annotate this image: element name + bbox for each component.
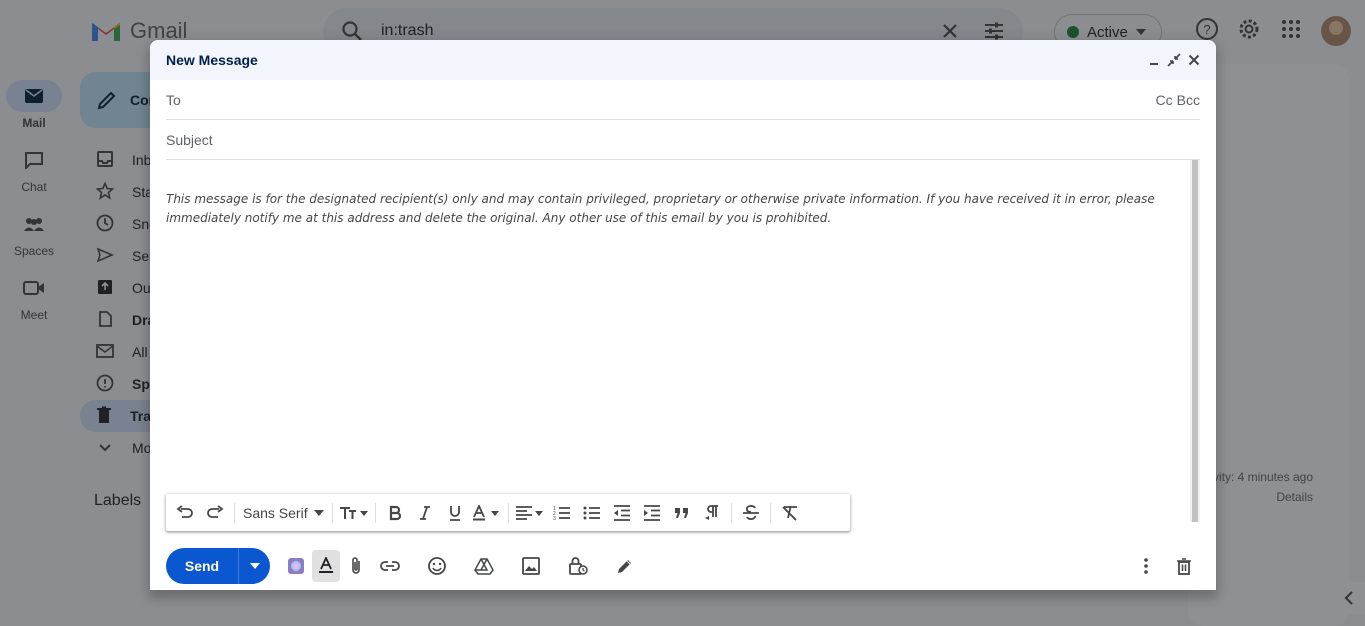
scrollbar-thumb[interactable]: [1192, 160, 1198, 522]
svg-text:3: 3: [553, 516, 556, 521]
link-icon[interactable]: [372, 550, 408, 582]
toolbar-divider: [331, 502, 333, 523]
ai-assist-icon[interactable]: [280, 550, 312, 582]
exit-full-screen-icon[interactable]: [1166, 52, 1182, 68]
toolbar-divider: [730, 502, 732, 523]
bcc-link[interactable]: Bcc: [1177, 92, 1200, 108]
redo-icon[interactable]: [200, 497, 230, 529]
more-options-icon[interactable]: [1130, 550, 1162, 582]
send-options-button[interactable]: [238, 548, 270, 584]
quote-icon[interactable]: [667, 497, 697, 529]
text-direction-icon[interactable]: [697, 497, 727, 529]
subject-row: [166, 120, 1200, 160]
photo-icon[interactable]: [513, 550, 549, 582]
indent-less-icon[interactable]: [607, 497, 637, 529]
toolbar-divider: [234, 502, 235, 523]
remove-formatting-icon[interactable]: [775, 497, 805, 529]
caret-down-icon: [249, 563, 260, 569]
toolbar-divider: [769, 502, 771, 523]
underline-icon[interactable]: [440, 497, 470, 529]
caret-down-icon: [313, 509, 324, 516]
compose-header: New Message: [150, 40, 1216, 80]
confidential-mode-icon[interactable]: [560, 550, 596, 582]
toolbar-divider: [374, 502, 376, 523]
to-field[interactable]: [166, 91, 1156, 108]
attach-icon[interactable]: [340, 550, 372, 582]
message-body[interactable]: This message is for the designated recip…: [166, 160, 1186, 520]
strikethrough-icon[interactable]: [736, 497, 766, 529]
emoji-icon[interactable]: [419, 550, 455, 582]
to-row: Cc Bcc: [166, 80, 1200, 120]
signature-disclaimer: This message is for the designated recip…: [166, 192, 1155, 225]
close-icon[interactable]: [1186, 52, 1202, 68]
undo-icon[interactable]: [170, 497, 200, 529]
subject-field[interactable]: [166, 131, 1200, 148]
italic-icon[interactable]: [410, 497, 440, 529]
minimize-icon[interactable]: [1146, 52, 1162, 68]
numbered-list-icon[interactable]: 123: [547, 497, 577, 529]
text-color-icon[interactable]: [470, 497, 504, 529]
bold-icon[interactable]: [380, 497, 410, 529]
send-button[interactable]: Send: [166, 548, 238, 584]
signature-pen-icon[interactable]: [607, 550, 643, 582]
body-scrollbar[interactable]: [1190, 160, 1200, 522]
indent-more-icon[interactable]: [637, 497, 667, 529]
compose-footer: Send: [166, 548, 1200, 584]
compose-title: New Message: [166, 52, 258, 68]
discard-draft-icon[interactable]: [1168, 550, 1200, 582]
formatting-toolbar: Sans Serif 123: [166, 494, 850, 531]
font-family-select[interactable]: Sans Serif: [239, 497, 328, 529]
footer-tools: [280, 550, 654, 582]
bulleted-list-icon[interactable]: [577, 497, 607, 529]
align-icon[interactable]: [513, 497, 547, 529]
cc-link[interactable]: Cc: [1156, 92, 1173, 108]
compose-dialog: New Message Cc Bcc This message is for t…: [150, 40, 1216, 590]
drive-icon[interactable]: [466, 550, 502, 582]
font-family-value: Sans Serif: [243, 504, 308, 521]
formatting-options-icon[interactable]: [312, 550, 340, 582]
toolbar-divider: [507, 502, 509, 523]
text-size-icon[interactable]: [337, 497, 371, 529]
footer-right-tools: [1130, 550, 1200, 582]
send-group: Send: [166, 548, 270, 584]
